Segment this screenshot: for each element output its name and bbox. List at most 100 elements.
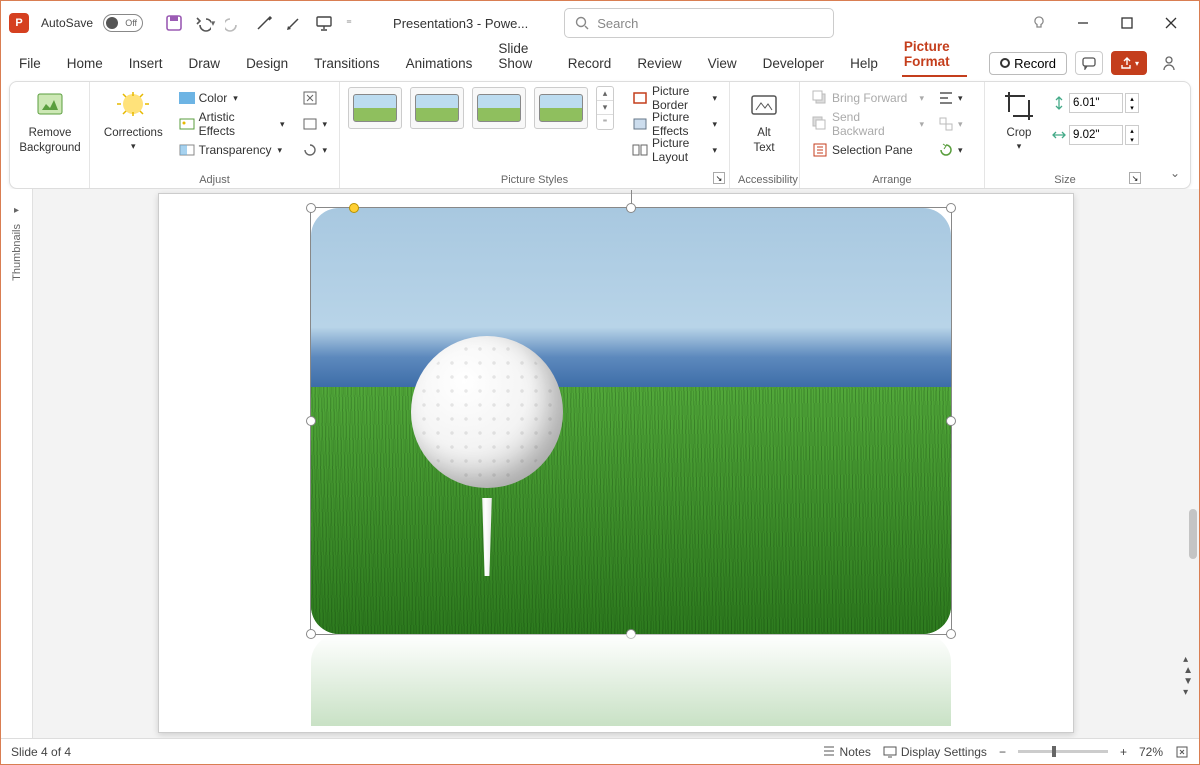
qat-tool-2[interactable] [281,10,307,36]
slide-canvas[interactable]: ▴▲▼▾ [33,189,1199,738]
compress-button[interactable] [298,86,331,110]
zoom-out-button[interactable]: − [999,745,1006,759]
app-icon: P [9,13,29,33]
transparency-button[interactable]: Transparency ▾ [175,138,289,162]
status-bar: Slide 4 of 4 Notes Display Settings − + … [1,738,1199,764]
picture-layout-button[interactable]: Picture Layout ▾ [628,138,721,162]
record-button[interactable]: Record [989,52,1067,75]
tab-review[interactable]: Review [635,50,683,77]
style-preset-4[interactable] [534,87,588,129]
bring-forward-button[interactable]: Bring Forward▾ [808,86,928,110]
rotate-button[interactable]: ▾ [934,138,967,162]
corrections-button[interactable]: Corrections▾ [98,86,169,157]
height-input[interactable] [1069,93,1123,113]
autosave-label: AutoSave [41,16,93,30]
fit-to-window-button[interactable] [1175,745,1189,759]
tab-slideshow[interactable]: Slide Show [496,35,543,77]
style-preset-1[interactable] [348,87,402,129]
expand-thumbnails-icon[interactable]: ▸ [14,205,19,216]
account-icon[interactable] [1155,49,1183,77]
zoom-level[interactable]: 72% [1139,745,1163,759]
comments-button[interactable] [1075,51,1103,75]
close-button[interactable] [1157,9,1185,37]
tab-transitions[interactable]: Transitions [312,50,382,77]
undo-button[interactable]: ▾ [191,10,217,36]
gallery-down[interactable]: ▾ [597,101,613,115]
tab-developer[interactable]: Developer [761,50,827,77]
tab-insert[interactable]: Insert [127,50,165,77]
slide[interactable] [158,193,1074,733]
tab-draw[interactable]: Draw [187,50,223,77]
send-backward-button[interactable]: Send Backward▾ [808,112,928,136]
alt-text-button[interactable]: Alt Text [738,86,790,160]
autosave-toggle[interactable]: Off [103,14,143,32]
width-field[interactable]: ▴▾ [1051,124,1139,146]
qat-overflow[interactable]: ⁼ [341,10,357,36]
tab-design[interactable]: Design [244,50,290,77]
width-input[interactable] [1069,125,1123,145]
notes-button[interactable]: Notes [822,745,871,759]
title-bar: P AutoSave Off ▾ ⁼ Presentation3 - Powe.… [1,1,1199,45]
redo-button[interactable] [221,10,247,36]
styles-dialog-launcher[interactable]: ↘ [713,172,725,184]
styles-gallery[interactable]: ▴ ▾ ⁼ [348,86,614,130]
artistic-effects-button[interactable]: Artistic Effects ▾ [175,112,289,136]
handle-bot-right[interactable] [946,629,956,639]
handle-mid-left[interactable] [306,416,316,426]
picture-effects-button[interactable]: Picture Effects ▾ [628,112,721,136]
handle-top-right[interactable] [946,203,956,213]
group-button[interactable]: ▾ [934,112,967,136]
picture-border-button[interactable]: Picture Border ▾ [628,86,721,110]
handle-mid-right[interactable] [946,416,956,426]
zoom-slider[interactable] [1018,750,1108,753]
maximize-button[interactable] [1113,9,1141,37]
slide-nav-arrows[interactable]: ▴▲▼▾ [1183,654,1193,698]
selected-picture[interactable] [311,208,951,634]
search-input[interactable]: Search [564,8,834,38]
tab-help[interactable]: Help [848,50,880,77]
change-picture-button[interactable]: ▾ [298,112,331,136]
save-icon[interactable] [161,10,187,36]
width-icon [1051,127,1067,143]
handle-top-mid[interactable] [626,203,636,213]
ribbon: Remove Background Corrections▾ Color ▾ A… [9,81,1191,189]
crop-button[interactable]: Crop▾ [993,86,1045,157]
minimize-button[interactable] [1069,9,1097,37]
selection-pane-button[interactable]: Selection Pane [808,138,928,162]
share-button[interactable]: ▾ [1111,51,1147,75]
style-preset-2[interactable] [410,87,464,129]
gallery-up[interactable]: ▴ [597,87,613,101]
tab-animations[interactable]: Animations [404,50,475,77]
lightbulb-icon[interactable] [1025,9,1053,37]
color-button[interactable]: Color ▾ [175,86,289,110]
slide-indicator[interactable]: Slide 4 of 4 [11,745,71,759]
handle-top-left[interactable] [306,203,316,213]
tab-home[interactable]: Home [65,50,105,77]
tab-view[interactable]: View [706,50,739,77]
thumbnails-panel[interactable]: ▸ Thumbnails [1,189,33,738]
display-settings-button[interactable]: Display Settings [883,745,987,759]
quick-access-toolbar: ▾ ⁼ [161,10,357,36]
reset-picture-button[interactable]: ▾ [298,138,331,162]
size-dialog-launcher[interactable]: ↘ [1129,172,1141,184]
group-size: Crop▾ ▴▾ ▴▾ Size ↘ [985,82,1145,188]
picture-reflection [311,634,951,726]
document-title: Presentation3 - Powe... [393,16,528,31]
zoom-in-button[interactable]: + [1120,745,1127,759]
work-area: ▸ Thumbnails [1,189,1199,738]
tab-file[interactable]: File [17,50,43,77]
collapse-ribbon[interactable]: ⌄ [1170,166,1180,180]
tab-picture-format[interactable]: Picture Format [902,33,967,77]
tab-record[interactable]: Record [566,50,614,77]
handle-bot-left[interactable] [306,629,316,639]
vertical-scrollbar[interactable] [1189,509,1197,559]
style-preset-3[interactable] [472,87,526,129]
present-icon[interactable] [311,10,337,36]
height-field[interactable]: ▴▾ [1051,92,1139,114]
group-remove-bg: Remove Background [10,82,90,188]
gallery-more[interactable]: ⁼ [597,115,613,129]
align-button[interactable]: ▾ [934,86,967,110]
height-icon [1051,95,1067,111]
qat-tool-1[interactable] [251,10,277,36]
remove-background-button[interactable]: Remove Background [18,86,82,160]
